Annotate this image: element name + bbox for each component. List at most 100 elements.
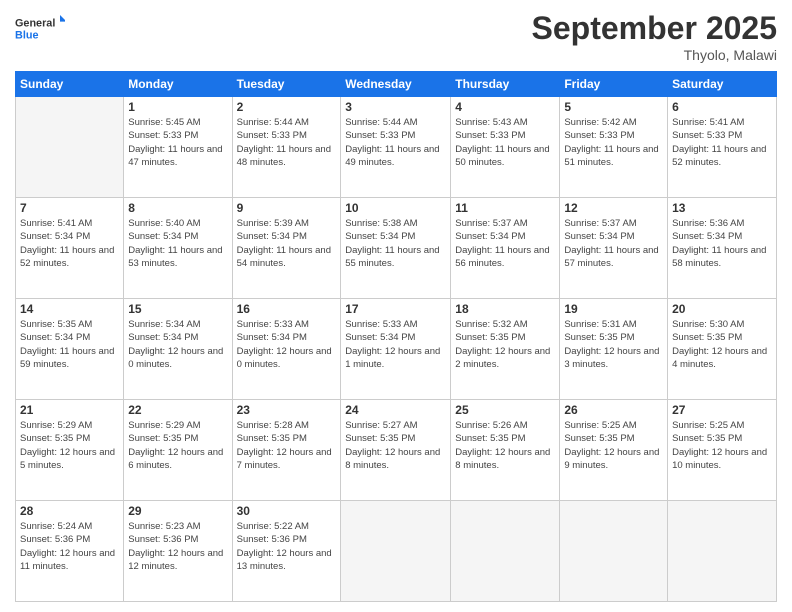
day-number: 9	[237, 201, 337, 215]
daylight-text: Daylight: 12 hours and 0 minutes.	[128, 346, 223, 370]
table-row: 18 Sunrise: 5:32 AM Sunset: 5:35 PM Dayl…	[451, 299, 560, 400]
table-row: 20 Sunrise: 5:30 AM Sunset: 5:35 PM Dayl…	[668, 299, 777, 400]
table-row: 21 Sunrise: 5:29 AM Sunset: 5:35 PM Dayl…	[16, 400, 124, 501]
sunrise-text: Sunrise: 5:32 AM	[455, 319, 527, 330]
day-number: 14	[20, 302, 119, 316]
sunset-text: Sunset: 5:34 PM	[672, 231, 742, 242]
day-info: Sunrise: 5:25 AM Sunset: 5:35 PM Dayligh…	[564, 419, 663, 472]
day-number: 23	[237, 403, 337, 417]
table-row: 26 Sunrise: 5:25 AM Sunset: 5:35 PM Dayl…	[560, 400, 668, 501]
col-sunday: Sunday	[16, 72, 124, 97]
table-row: 29 Sunrise: 5:23 AM Sunset: 5:36 PM Dayl…	[124, 501, 232, 602]
day-number: 2	[237, 100, 337, 114]
sunset-text: Sunset: 5:35 PM	[672, 332, 742, 343]
sunset-text: Sunset: 5:35 PM	[564, 433, 634, 444]
sunset-text: Sunset: 5:34 PM	[237, 231, 307, 242]
day-info: Sunrise: 5:29 AM Sunset: 5:35 PM Dayligh…	[128, 419, 227, 472]
table-row: 12 Sunrise: 5:37 AM Sunset: 5:34 PM Dayl…	[560, 198, 668, 299]
week-row-3: 14 Sunrise: 5:35 AM Sunset: 5:34 PM Dayl…	[16, 299, 777, 400]
sunset-text: Sunset: 5:34 PM	[237, 332, 307, 343]
table-row	[16, 97, 124, 198]
day-info: Sunrise: 5:23 AM Sunset: 5:36 PM Dayligh…	[128, 520, 227, 573]
table-row: 19 Sunrise: 5:31 AM Sunset: 5:35 PM Dayl…	[560, 299, 668, 400]
sunrise-text: Sunrise: 5:37 AM	[564, 218, 636, 229]
week-row-2: 7 Sunrise: 5:41 AM Sunset: 5:34 PM Dayli…	[16, 198, 777, 299]
sunrise-text: Sunrise: 5:33 AM	[345, 319, 417, 330]
day-info: Sunrise: 5:41 AM Sunset: 5:33 PM Dayligh…	[672, 116, 772, 169]
day-info: Sunrise: 5:37 AM Sunset: 5:34 PM Dayligh…	[455, 217, 555, 270]
day-info: Sunrise: 5:33 AM Sunset: 5:34 PM Dayligh…	[237, 318, 337, 371]
daylight-text: Daylight: 12 hours and 9 minutes.	[564, 447, 659, 471]
sunset-text: Sunset: 5:35 PM	[237, 433, 307, 444]
day-info: Sunrise: 5:43 AM Sunset: 5:33 PM Dayligh…	[455, 116, 555, 169]
sunrise-text: Sunrise: 5:41 AM	[20, 218, 92, 229]
day-info: Sunrise: 5:42 AM Sunset: 5:33 PM Dayligh…	[564, 116, 663, 169]
sunset-text: Sunset: 5:34 PM	[564, 231, 634, 242]
day-number: 11	[455, 201, 555, 215]
sunset-text: Sunset: 5:33 PM	[128, 130, 198, 141]
table-row: 16 Sunrise: 5:33 AM Sunset: 5:34 PM Dayl…	[232, 299, 341, 400]
table-row: 13 Sunrise: 5:36 AM Sunset: 5:34 PM Dayl…	[668, 198, 777, 299]
column-headers: Sunday Monday Tuesday Wednesday Thursday…	[16, 72, 777, 97]
day-info: Sunrise: 5:40 AM Sunset: 5:34 PM Dayligh…	[128, 217, 227, 270]
table-row: 10 Sunrise: 5:38 AM Sunset: 5:34 PM Dayl…	[341, 198, 451, 299]
sunset-text: Sunset: 5:33 PM	[564, 130, 634, 141]
sunrise-text: Sunrise: 5:29 AM	[20, 420, 92, 431]
daylight-text: Daylight: 11 hours and 48 minutes.	[237, 144, 331, 168]
day-number: 1	[128, 100, 227, 114]
col-thursday: Thursday	[451, 72, 560, 97]
location: Thyolo, Malawi	[532, 47, 777, 63]
daylight-text: Daylight: 11 hours and 59 minutes.	[20, 346, 114, 370]
day-number: 8	[128, 201, 227, 215]
day-info: Sunrise: 5:27 AM Sunset: 5:35 PM Dayligh…	[345, 419, 446, 472]
sunrise-text: Sunrise: 5:44 AM	[237, 117, 309, 128]
table-row: 30 Sunrise: 5:22 AM Sunset: 5:36 PM Dayl…	[232, 501, 341, 602]
sunrise-text: Sunrise: 5:25 AM	[564, 420, 636, 431]
calendar-table: Sunday Monday Tuesday Wednesday Thursday…	[15, 71, 777, 602]
sunrise-text: Sunrise: 5:31 AM	[564, 319, 636, 330]
day-number: 28	[20, 504, 119, 518]
col-friday: Friday	[560, 72, 668, 97]
sunset-text: Sunset: 5:35 PM	[128, 433, 198, 444]
daylight-text: Daylight: 11 hours and 53 minutes.	[128, 245, 222, 269]
sunset-text: Sunset: 5:34 PM	[345, 231, 415, 242]
logo-svg: General Blue	[15, 10, 65, 50]
table-row: 6 Sunrise: 5:41 AM Sunset: 5:33 PM Dayli…	[668, 97, 777, 198]
day-number: 19	[564, 302, 663, 316]
sunset-text: Sunset: 5:34 PM	[20, 231, 90, 242]
day-number: 27	[672, 403, 772, 417]
day-info: Sunrise: 5:45 AM Sunset: 5:33 PM Dayligh…	[128, 116, 227, 169]
sunset-text: Sunset: 5:34 PM	[128, 231, 198, 242]
week-row-4: 21 Sunrise: 5:29 AM Sunset: 5:35 PM Dayl…	[16, 400, 777, 501]
day-info: Sunrise: 5:31 AM Sunset: 5:35 PM Dayligh…	[564, 318, 663, 371]
day-number: 12	[564, 201, 663, 215]
sunrise-text: Sunrise: 5:44 AM	[345, 117, 417, 128]
table-row: 22 Sunrise: 5:29 AM Sunset: 5:35 PM Dayl…	[124, 400, 232, 501]
daylight-text: Daylight: 11 hours and 52 minutes.	[20, 245, 114, 269]
day-info: Sunrise: 5:35 AM Sunset: 5:34 PM Dayligh…	[20, 318, 119, 371]
sunset-text: Sunset: 5:35 PM	[20, 433, 90, 444]
sunset-text: Sunset: 5:33 PM	[345, 130, 415, 141]
day-number: 10	[345, 201, 446, 215]
sunset-text: Sunset: 5:33 PM	[672, 130, 742, 141]
day-number: 3	[345, 100, 446, 114]
col-wednesday: Wednesday	[341, 72, 451, 97]
daylight-text: Daylight: 12 hours and 7 minutes.	[237, 447, 332, 471]
table-row: 24 Sunrise: 5:27 AM Sunset: 5:35 PM Dayl…	[341, 400, 451, 501]
table-row: 27 Sunrise: 5:25 AM Sunset: 5:35 PM Dayl…	[668, 400, 777, 501]
sunset-text: Sunset: 5:34 PM	[20, 332, 90, 343]
logo: General Blue	[15, 10, 65, 50]
sunset-text: Sunset: 5:35 PM	[455, 332, 525, 343]
daylight-text: Daylight: 12 hours and 0 minutes.	[237, 346, 332, 370]
week-row-1: 1 Sunrise: 5:45 AM Sunset: 5:33 PM Dayli…	[16, 97, 777, 198]
col-saturday: Saturday	[668, 72, 777, 97]
day-number: 26	[564, 403, 663, 417]
daylight-text: Daylight: 12 hours and 3 minutes.	[564, 346, 659, 370]
daylight-text: Daylight: 12 hours and 8 minutes.	[455, 447, 550, 471]
table-row: 5 Sunrise: 5:42 AM Sunset: 5:33 PM Dayli…	[560, 97, 668, 198]
daylight-text: Daylight: 11 hours and 49 minutes.	[345, 144, 439, 168]
daylight-text: Daylight: 11 hours and 54 minutes.	[237, 245, 331, 269]
sunrise-text: Sunrise: 5:29 AM	[128, 420, 200, 431]
day-number: 16	[237, 302, 337, 316]
day-number: 6	[672, 100, 772, 114]
